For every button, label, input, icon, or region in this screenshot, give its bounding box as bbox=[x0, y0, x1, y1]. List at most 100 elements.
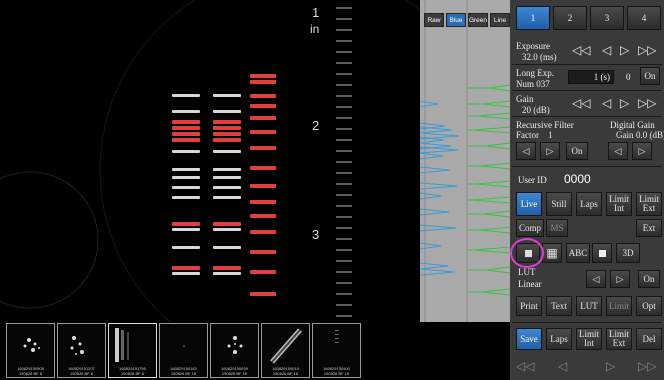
divider bbox=[512, 166, 662, 167]
opt-button[interactable]: Opt bbox=[636, 296, 662, 316]
gel-band bbox=[172, 138, 200, 142]
abc-button[interactable]: ABC bbox=[566, 243, 590, 263]
image-viewport[interactable]: in 1 2 3 bbox=[0, 0, 420, 322]
nav-prev-icon[interactable]: ◁ bbox=[558, 360, 567, 372]
thumbnail-3[interactable]: 160829151755 150826 BF 8 bbox=[108, 323, 157, 378]
thumbnail-2[interactable]: 160829151207 150826 BF 8 bbox=[57, 323, 106, 378]
gel-band bbox=[250, 104, 276, 108]
profile-tab-green[interactable]: Green bbox=[467, 13, 489, 27]
long-exp-count: 0 bbox=[626, 72, 631, 82]
gel-band bbox=[172, 222, 200, 226]
gel-band bbox=[250, 130, 276, 134]
intensity-profile-plot bbox=[420, 0, 510, 322]
gel-band bbox=[250, 250, 276, 254]
tab-4[interactable]: 4 bbox=[627, 6, 661, 30]
ms-button[interactable]: MS bbox=[546, 219, 568, 237]
delete-button[interactable]: Del bbox=[636, 328, 662, 350]
gain-fast-down-icon[interactable]: ◁◁ bbox=[572, 97, 590, 109]
green-profile-peak bbox=[482, 100, 510, 108]
save-button[interactable]: Save bbox=[516, 328, 542, 350]
gel-band bbox=[172, 246, 200, 249]
user-id-label: User ID bbox=[518, 175, 547, 185]
recursive-down-button[interactable]: ◁ bbox=[516, 142, 536, 160]
blue-profile-peak bbox=[420, 152, 444, 160]
gel-band bbox=[213, 168, 241, 171]
still-button[interactable]: Still bbox=[546, 192, 572, 216]
user-id-value[interactable]: 0000 bbox=[564, 172, 591, 186]
profile-tab-blue[interactable]: Blue bbox=[445, 13, 466, 27]
gel-band bbox=[213, 222, 241, 226]
limit-button[interactable]: Limit bbox=[606, 296, 632, 316]
exposure-value: 32.0 (ms) bbox=[522, 52, 557, 62]
text-button[interactable]: Text bbox=[546, 296, 572, 316]
exposure-fast-down-icon[interactable]: ◁◁ bbox=[572, 44, 590, 56]
profile-tab-line[interactable]: Line bbox=[490, 13, 510, 27]
ruler-mark-3: 3 bbox=[312, 227, 320, 242]
fill-button[interactable] bbox=[592, 243, 612, 263]
green-profile-peak bbox=[486, 266, 510, 274]
ruler-mark-1: 1 bbox=[312, 5, 320, 20]
nav-next-icon[interactable]: ▷ bbox=[606, 360, 615, 372]
green-profile-peak bbox=[470, 196, 510, 204]
highlight-annotation-circle bbox=[510, 238, 544, 268]
recursive-filter-label: Recursive Filter bbox=[516, 120, 574, 130]
laps-button[interactable]: Laps bbox=[576, 192, 602, 216]
gain-up-icon[interactable]: ▷ bbox=[620, 97, 629, 109]
print-button[interactable]: Print bbox=[516, 296, 542, 316]
ext-button[interactable]: Ext bbox=[636, 219, 662, 237]
gel-band bbox=[250, 166, 276, 170]
lut-prev-button[interactable]: ◁ bbox=[586, 270, 606, 288]
exposure-fast-up-icon[interactable]: ▷▷ bbox=[638, 44, 656, 56]
tab-2[interactable]: 2 bbox=[553, 6, 587, 30]
green-profile-peak bbox=[487, 84, 510, 92]
save-limit-ext-button[interactable]: Limit Ext bbox=[606, 328, 632, 350]
gain-fast-up-icon[interactable]: ▷▷ bbox=[638, 97, 656, 109]
long-exp-field[interactable]: 1 (s) bbox=[568, 70, 614, 84]
green-profile-peak bbox=[478, 226, 510, 234]
save-limit-int-button[interactable]: Limit Int bbox=[576, 328, 602, 350]
tab-1[interactable]: 1 bbox=[516, 6, 550, 30]
limit-ext-button[interactable]: Limit Ext bbox=[636, 192, 662, 216]
recursive-up-button[interactable]: ▷ bbox=[540, 142, 560, 160]
live-button[interactable]: Live bbox=[516, 192, 542, 216]
grid-button[interactable]: ▦ bbox=[542, 243, 562, 263]
thumbnail-4[interactable]: 160829150183 150826 BF 16 bbox=[159, 323, 208, 378]
nav-first-icon[interactable]: ◁◁ bbox=[516, 360, 534, 372]
lut-next-button[interactable]: ▷ bbox=[610, 270, 630, 288]
digital-gain-down-button[interactable]: ◁ bbox=[608, 142, 628, 160]
gel-band bbox=[172, 186, 200, 189]
gain-down-icon[interactable]: ◁ bbox=[602, 97, 611, 109]
digital-gain-up-button[interactable]: ▷ bbox=[632, 142, 652, 160]
thumbnail-7[interactable]: 160829150400 150826 BF 16 bbox=[312, 323, 361, 378]
nav-last-icon[interactable]: ▷▷ bbox=[638, 360, 656, 372]
blue-profile-peak bbox=[420, 192, 443, 200]
thumbnail-7-image bbox=[335, 330, 339, 343]
limit-int-button[interactable]: Limit Int bbox=[606, 192, 632, 216]
thumbnail-1[interactable]: 160829150905 150826 BF 8 bbox=[6, 323, 55, 378]
background-arc-left bbox=[0, 171, 99, 309]
save-laps-button[interactable]: Laps bbox=[546, 328, 572, 350]
3d-button[interactable]: 3D bbox=[616, 243, 640, 263]
gel-band bbox=[250, 116, 276, 120]
gel-band bbox=[213, 94, 241, 97]
gel-band bbox=[213, 132, 241, 136]
long-exp-on-button[interactable]: On bbox=[640, 67, 660, 85]
exposure-down-icon[interactable]: ◁ bbox=[602, 44, 611, 56]
gel-band bbox=[213, 228, 241, 231]
lut-on-button[interactable]: On bbox=[638, 270, 660, 288]
green-profile-peak bbox=[475, 180, 510, 188]
recursive-on-button[interactable]: On bbox=[566, 142, 588, 160]
gain-value: 20 (dB) bbox=[522, 105, 550, 115]
gel-band bbox=[250, 214, 276, 218]
gel-band bbox=[172, 126, 200, 130]
gel-band bbox=[172, 228, 200, 231]
thumbnail-5[interactable]: 160829150039 150826 BF 16 bbox=[210, 323, 259, 378]
thumbnail-6[interactable]: 160829150019 150826 BF 16 bbox=[261, 323, 310, 378]
profile-tab-raw[interactable]: Raw bbox=[424, 13, 444, 27]
tab-3[interactable]: 3 bbox=[590, 6, 624, 30]
ruler-ticks bbox=[336, 7, 352, 317]
thumbnail-2-caption: 160829151207 150826 BF 8 bbox=[68, 366, 95, 376]
lut-button[interactable]: LUT bbox=[576, 296, 602, 316]
comp-button[interactable]: Comp bbox=[516, 219, 544, 237]
exposure-up-icon[interactable]: ▷ bbox=[620, 44, 629, 56]
